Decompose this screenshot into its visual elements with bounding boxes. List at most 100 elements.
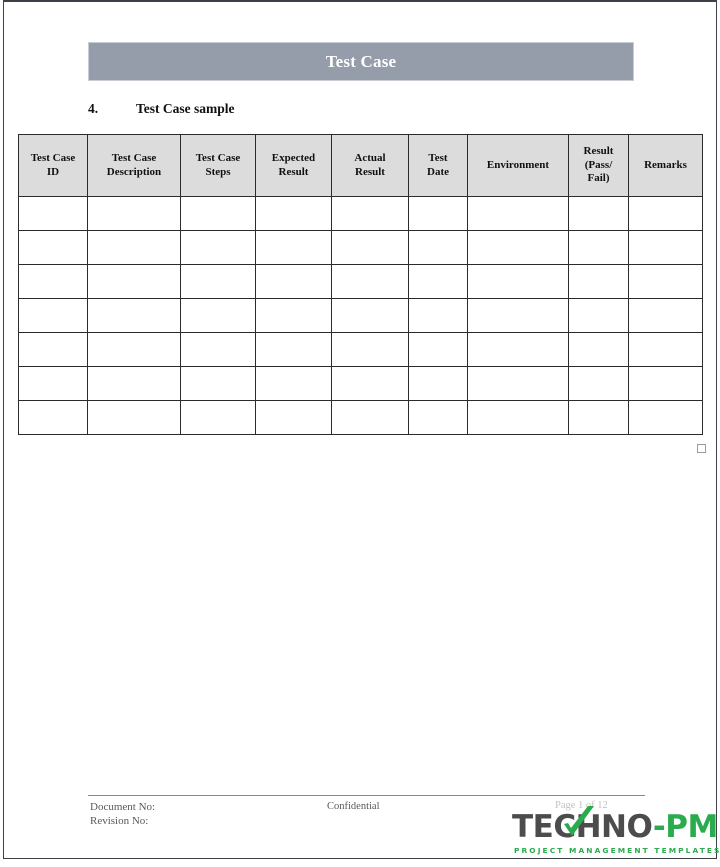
footer-document-no-label: Document No: xyxy=(90,801,156,813)
column-header-remarks: Remarks xyxy=(628,134,703,197)
table-cell[interactable] xyxy=(568,264,629,299)
checkmark-icon xyxy=(564,806,594,836)
column-header-test-case-description: Test Case Description xyxy=(87,134,181,197)
table-cell[interactable] xyxy=(18,400,88,435)
header-line: Remarks xyxy=(644,158,687,171)
table-cell[interactable] xyxy=(628,332,703,367)
footer-confidential-label: Confidential xyxy=(327,801,380,812)
logo-wordmark: TECHNO-PM xyxy=(512,812,718,843)
table-cell[interactable] xyxy=(408,230,468,265)
table-cell[interactable] xyxy=(467,298,569,333)
table-cell[interactable] xyxy=(87,264,181,299)
header-line: ID xyxy=(46,165,60,178)
column-header-expected-result: Expected Result xyxy=(255,134,332,197)
table-cell[interactable] xyxy=(331,366,409,401)
table-cell[interactable] xyxy=(87,230,181,265)
table-cell[interactable] xyxy=(255,196,332,231)
table-row xyxy=(18,264,703,299)
table-cell[interactable] xyxy=(467,264,569,299)
table-cell[interactable] xyxy=(87,196,181,231)
table-cell[interactable] xyxy=(628,196,703,231)
table-cell[interactable] xyxy=(408,264,468,299)
table-row xyxy=(18,230,703,265)
table-resize-handle[interactable] xyxy=(697,444,706,453)
table-row xyxy=(18,196,703,231)
table-cell[interactable] xyxy=(331,298,409,333)
header-line: Environment xyxy=(486,158,550,171)
table-cell[interactable] xyxy=(180,230,256,265)
table-cell[interactable] xyxy=(568,400,629,435)
document-page: Test Case 4. Test Case sample Test Case I… xyxy=(0,0,720,867)
table-cell[interactable] xyxy=(467,400,569,435)
table-cell[interactable] xyxy=(408,332,468,367)
table-cell[interactable] xyxy=(628,366,703,401)
header-line: Result xyxy=(583,144,614,157)
table-cell[interactable] xyxy=(467,332,569,367)
header-line: Test Case xyxy=(30,151,76,164)
table-cell[interactable] xyxy=(331,230,409,265)
table-cell[interactable] xyxy=(408,366,468,401)
table-cell[interactable] xyxy=(18,196,88,231)
table-cell[interactable] xyxy=(628,230,703,265)
table-cell[interactable] xyxy=(331,332,409,367)
header-line: Fail) xyxy=(587,172,610,185)
table-cell[interactable] xyxy=(180,400,256,435)
header-line: Actual xyxy=(354,151,386,164)
logo-tagline: PROJECT MANAGEMENT TEMPLATES xyxy=(514,846,720,855)
table-cell[interactable] xyxy=(87,400,181,435)
table-cell[interactable] xyxy=(255,264,332,299)
table-row xyxy=(18,400,703,435)
logo-text-green: PM xyxy=(665,809,718,845)
table-cell[interactable] xyxy=(568,298,629,333)
table-cell[interactable] xyxy=(255,366,332,401)
table-cell[interactable] xyxy=(255,298,332,333)
header-line: Test xyxy=(428,151,448,164)
table-cell[interactable] xyxy=(628,298,703,333)
table-cell[interactable] xyxy=(18,366,88,401)
table-cell[interactable] xyxy=(331,264,409,299)
table-cell[interactable] xyxy=(467,196,569,231)
table-cell[interactable] xyxy=(408,400,468,435)
table-cell[interactable] xyxy=(255,332,332,367)
section-number: 4. xyxy=(88,101,99,116)
table-cell[interactable] xyxy=(18,298,88,333)
table-cell[interactable] xyxy=(467,230,569,265)
table-cell[interactable] xyxy=(180,264,256,299)
table-cell[interactable] xyxy=(568,366,629,401)
logo-text-dark-2: NO xyxy=(601,809,653,845)
logo-text-dash: - xyxy=(652,809,666,845)
table-cell[interactable] xyxy=(467,366,569,401)
table-cell[interactable] xyxy=(628,264,703,299)
column-header-result-pass-fail: Result (Pass/ Fail) xyxy=(568,134,629,197)
table-body xyxy=(18,196,703,435)
table-cell[interactable] xyxy=(180,196,256,231)
table-cell[interactable] xyxy=(408,196,468,231)
table-cell[interactable] xyxy=(180,298,256,333)
table-cell[interactable] xyxy=(408,298,468,333)
table-cell[interactable] xyxy=(568,196,629,231)
table-cell[interactable] xyxy=(568,332,629,367)
section-heading: 4. Test Case sample xyxy=(88,101,235,117)
column-header-environment: Environment xyxy=(467,134,569,197)
table-cell[interactable] xyxy=(87,332,181,367)
table-cell[interactable] xyxy=(628,400,703,435)
table-cell[interactable] xyxy=(18,264,88,299)
test-case-table: Test Case ID Test Case Description Test … xyxy=(18,134,703,435)
header-line: Date xyxy=(427,165,449,178)
table-cell[interactable] xyxy=(180,332,256,367)
table-cell[interactable] xyxy=(87,366,181,401)
table-row xyxy=(18,366,703,401)
table-cell[interactable] xyxy=(568,230,629,265)
table-cell[interactable] xyxy=(18,230,88,265)
footer-revision-no-label: Revision No: xyxy=(90,815,149,828)
table-cell[interactable] xyxy=(180,366,256,401)
header-line: Test Case xyxy=(195,151,241,164)
table-cell[interactable] xyxy=(255,400,332,435)
table-cell[interactable] xyxy=(87,298,181,333)
column-header-test-case-id: Test Case ID xyxy=(18,134,88,197)
table-cell[interactable] xyxy=(331,400,409,435)
table-cell[interactable] xyxy=(255,230,332,265)
table-cell[interactable] xyxy=(331,196,409,231)
table-cell[interactable] xyxy=(18,332,88,367)
page-title: Test Case xyxy=(325,51,397,71)
